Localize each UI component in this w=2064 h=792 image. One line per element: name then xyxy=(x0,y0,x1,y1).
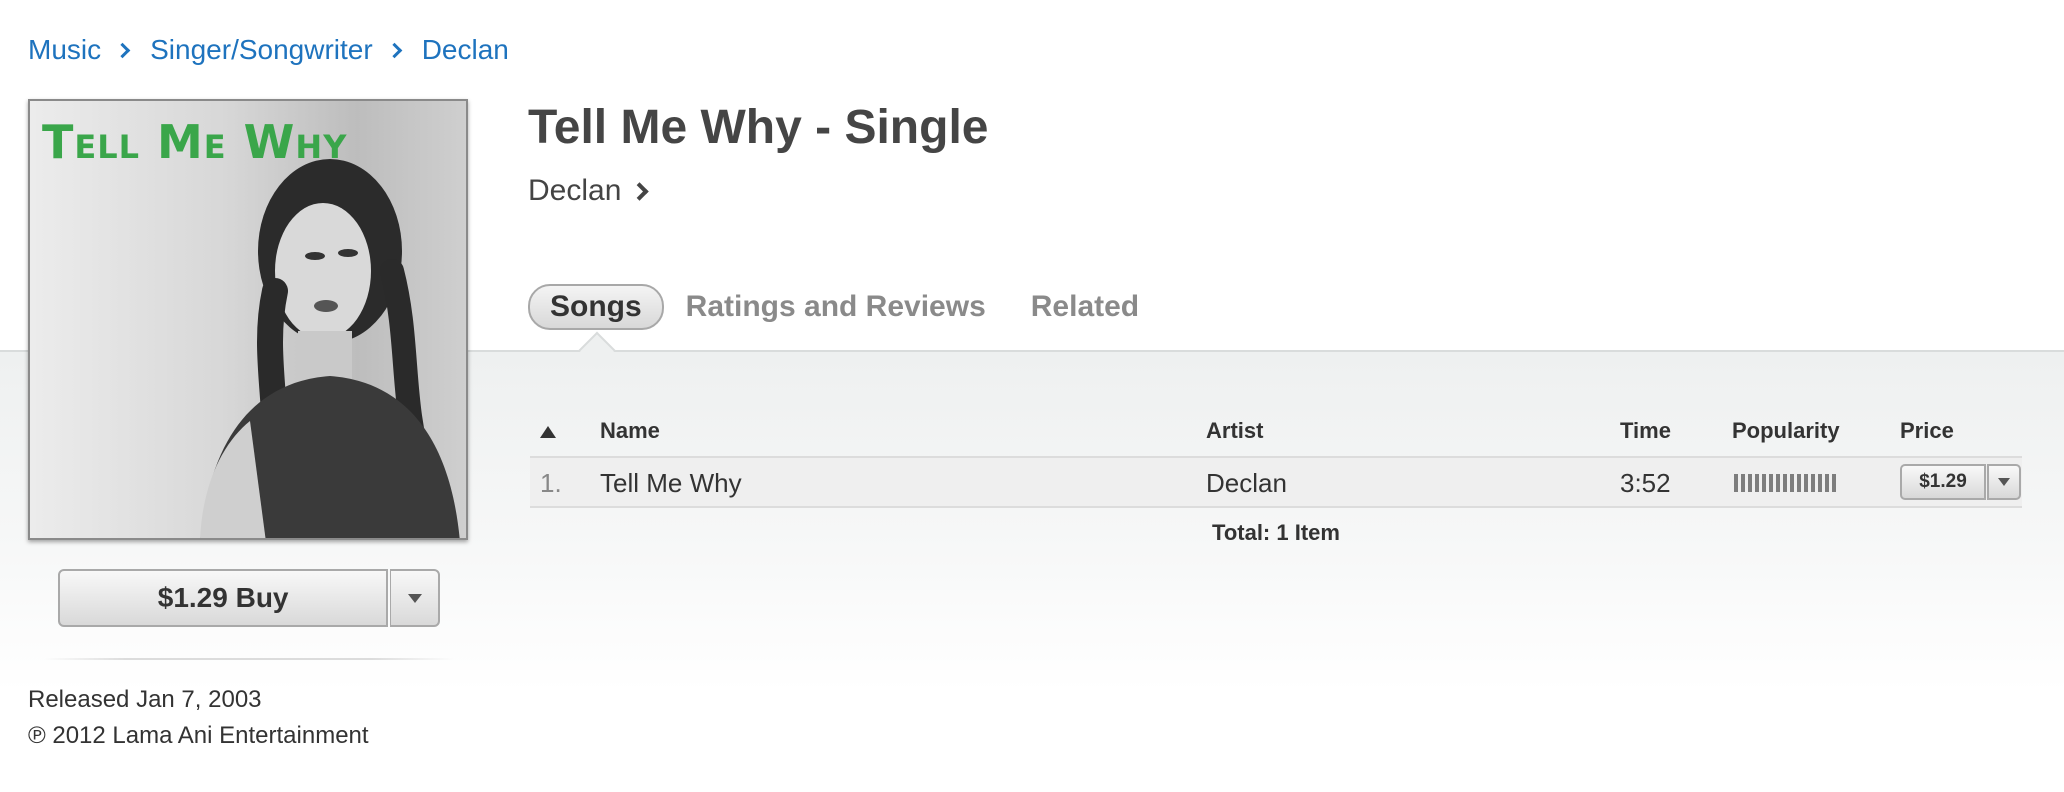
artwork-title-text: Tell Me Why xyxy=(42,115,348,169)
column-header-artist[interactable]: Artist xyxy=(1206,418,1263,444)
track-name[interactable]: Tell Me Why xyxy=(600,468,742,499)
popularity-meter xyxy=(1734,474,1836,492)
track-price-button[interactable]: $1.29 xyxy=(1900,464,1986,500)
buy-album-button[interactable]: $1.29 Buy xyxy=(58,569,389,627)
popularity-bar xyxy=(1797,474,1801,492)
tab-bar: Songs Ratings and Reviews Related xyxy=(528,284,1184,330)
popularity-bar xyxy=(1783,474,1787,492)
popularity-bar xyxy=(1811,474,1815,492)
table-row[interactable]: 1. Tell Me Why Declan 3:52 $1.29 xyxy=(530,456,2022,508)
tab-ratings-and-reviews[interactable]: Ratings and Reviews xyxy=(686,290,986,324)
buy-button-group: $1.29 Buy xyxy=(58,569,440,627)
album-title: Tell Me Why - Single xyxy=(528,101,989,154)
breadcrumb-genre[interactable]: Singer/Songwriter xyxy=(150,34,373,66)
track-time: 3:52 xyxy=(1620,468,1671,498)
popularity-bar xyxy=(1776,474,1780,492)
chevron-right-icon xyxy=(630,181,650,201)
column-header-popularity[interactable]: Popularity xyxy=(1732,418,1840,444)
tab-songs[interactable]: Songs xyxy=(528,284,664,330)
breadcrumb-music[interactable]: Music xyxy=(28,34,101,66)
popularity-bar xyxy=(1734,474,1738,492)
popularity-bar xyxy=(1832,474,1836,492)
itunes-album-page: Music Singer/Songwriter Declan Tell Me W… xyxy=(0,0,2064,792)
table-header: Name Artist Time Popularity Price xyxy=(530,412,2022,456)
chevron-right-icon xyxy=(386,42,402,58)
caret-down-icon xyxy=(407,593,422,603)
breadcrumb-artist[interactable]: Declan xyxy=(422,34,509,66)
tab-related[interactable]: Related xyxy=(1031,290,1139,324)
popularity-bar xyxy=(1818,474,1822,492)
popularity-bar xyxy=(1762,474,1766,492)
buy-options-dropdown[interactable] xyxy=(390,569,440,627)
popularity-bar xyxy=(1748,474,1752,492)
breadcrumb: Music Singer/Songwriter Declan xyxy=(28,30,509,70)
popularity-bar xyxy=(1804,474,1808,492)
column-header-name[interactable]: Name xyxy=(600,418,660,444)
track-number: 1. xyxy=(540,468,562,498)
album-artwork: Tell Me Why xyxy=(28,99,468,540)
column-header-time[interactable]: Time xyxy=(1620,418,1671,444)
popularity-bar xyxy=(1755,474,1759,492)
sidebar-divider xyxy=(44,658,454,660)
release-date: Released Jan 7, 2003 xyxy=(28,686,262,713)
songs-table: Name Artist Time Popularity Price 1. Tel… xyxy=(530,412,2022,545)
sort-ascending-icon[interactable] xyxy=(540,426,556,438)
track-price-dropdown[interactable] xyxy=(1987,464,2021,500)
chevron-right-icon xyxy=(114,42,131,58)
popularity-bar xyxy=(1741,474,1745,492)
popularity-bar xyxy=(1790,474,1794,492)
copyright-text: ℗ 2012 Lama Ani Entertainment xyxy=(28,722,369,749)
artist-name: Declan xyxy=(528,174,622,207)
caret-down-icon xyxy=(1998,478,2010,486)
track-price-group: $1.29 xyxy=(1900,464,2021,500)
artist-link[interactable]: Declan xyxy=(528,174,650,208)
table-total: Total: 1 Item xyxy=(1212,520,1340,545)
column-header-price[interactable]: Price xyxy=(1900,418,1954,444)
track-artist[interactable]: Declan xyxy=(1206,468,1287,499)
popularity-bar xyxy=(1769,474,1773,492)
popularity-bar xyxy=(1825,474,1829,492)
